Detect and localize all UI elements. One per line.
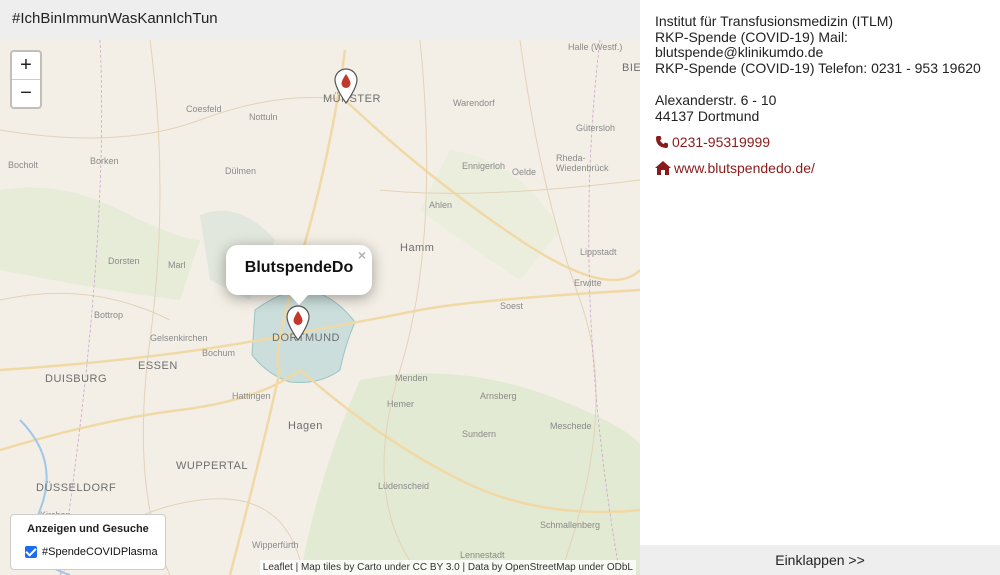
contact-info: Institut für Transfusionsmedizin (ITLM) … [655,13,981,76]
info-line: blutspende@klinikumdo.de [655,44,824,60]
map-attribution: Leaflet | Map tiles by Carto under CC BY… [259,560,636,575]
map-label: Lüdenscheid [378,481,430,491]
map-label: Bochum [202,348,236,358]
phone-link[interactable]: 0231-95319999 [655,134,770,150]
map-label: DÜSSELDORF [36,482,117,494]
zoom-in-button[interactable]: + [12,52,40,80]
map-label: Lennestadt [460,550,505,560]
website-link[interactable]: www.blutspendedo.de/ [655,160,815,176]
map-label: Marl [168,260,186,270]
info-line: RKP-Spende (COVID-19) Telefon: 0231 - 95… [655,59,981,76]
popup-title: BlutspendeDo [244,259,354,276]
map-label: Hagen [288,420,323,432]
info-line: RKP-Spende (COVID-19) Mail: [655,28,848,45]
legend-item-label: #SpendeCOVIDPlasma [42,546,158,558]
phone-icon [656,136,668,148]
map-marker-muenster[interactable] [333,68,359,105]
layer-legend: Anzeigen und Gesuche #SpendeCOVIDPlasma [10,514,166,570]
map-label: Hattingen [232,391,271,401]
popup-close-button[interactable]: × [358,247,366,263]
map-label: Sundern [462,429,497,439]
phone-number: 0231-95319999 [672,134,771,150]
map-label: Ahlen [429,200,453,210]
website-url: www.blutspendedo.de/ [674,160,815,176]
info-line: Institut für Transfusionsmedizin (ITLM) [655,13,894,29]
legend-title: Anzeigen und Gesuche [27,523,149,535]
map-label: Nottuln [249,112,278,122]
map-marker-dortmund[interactable] [285,305,311,342]
address-block: Alexanderstr. 6 - 10 44137 Dortmund [655,92,777,124]
map-label: Soest [500,301,524,311]
map-label: Schmallenberg [540,520,601,530]
map-label: BIE [622,62,640,74]
map-label: Gelsenkirchen [150,333,208,343]
marker-popup: BlutspendeDo × [226,245,372,295]
address-city: 44137 Dortmund [655,107,760,124]
map-label: Erwitte [574,278,602,288]
page-title: #IchBinImmunWasKannIchTun [12,10,218,27]
map-label: Bocholt [8,160,39,170]
header-bar: #IchBinImmunWasKannIchTun [0,0,640,40]
map-label: Dülmen [225,166,257,176]
popup-tip [289,294,309,305]
map-label: Halle (Westf.) [568,42,623,52]
map-label: Arnsberg [480,391,517,401]
map-label: Warendorf [453,98,495,108]
legend-item[interactable]: #SpendeCOVIDPlasma [25,546,158,558]
map-label: Menden [395,373,428,383]
map-label: Borken [90,156,119,166]
map-label: Hamm [400,242,435,254]
map-label: Wipperfürth [252,540,299,550]
map-view[interactable]: Halle (Westf.) BIE MÜNSTER Coesfeld Nott… [0,40,640,575]
map-label: Gütersloh [576,123,616,133]
home-icon [655,161,671,175]
map-label: Lippstadt [580,247,617,257]
map-label: Coesfeld [186,104,222,114]
map-label: Bottrop [94,310,124,320]
map-base [0,40,640,575]
map-label: Rheda-Wiedenbrück [556,153,609,173]
zoom-out-button[interactable]: − [12,80,40,107]
info-sidebar: Institut für Transfusionsmedizin (ITLM) … [640,0,1000,575]
map-label: ESSEN [138,360,178,372]
map-label: Hemer [387,399,415,409]
map-label: WUPPERTAL [176,460,248,472]
map-label: Ennigerloh [462,161,506,171]
legend-checkbox[interactable] [25,546,37,558]
map-label: Meschede [550,421,592,431]
map-label: Dorsten [108,256,140,266]
collapse-button[interactable]: Einklappen >> [640,545,1000,575]
map-label: Oelde [512,167,537,177]
map-label: DUISBURG [45,373,108,385]
address-street: Alexanderstr. 6 - 10 [655,92,777,108]
blood-drop-marker-icon [286,305,310,342]
zoom-control: + − [10,50,42,109]
blood-drop-marker-icon [334,68,358,105]
